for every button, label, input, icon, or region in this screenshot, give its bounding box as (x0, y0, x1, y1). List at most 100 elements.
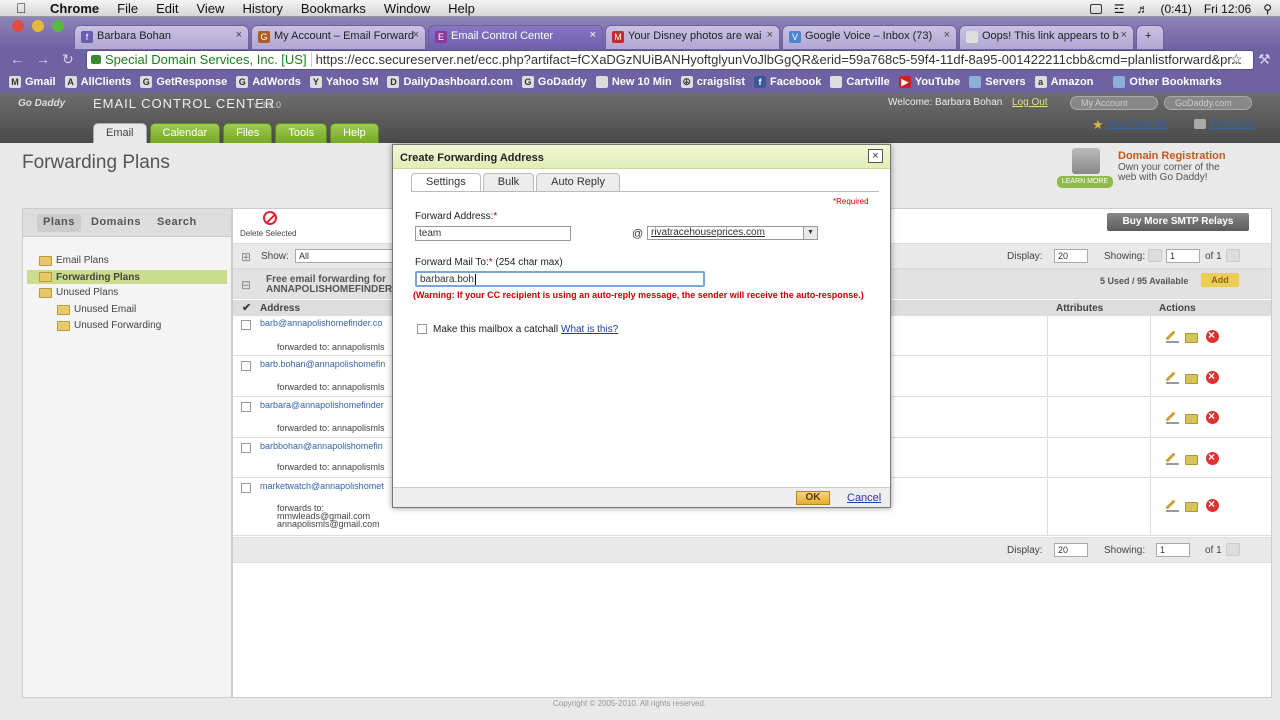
tab-close-icon[interactable]: × (944, 29, 950, 41)
delete-icon[interactable] (1206, 409, 1219, 424)
close-window-icon[interactable] (12, 20, 24, 32)
chevron-down-icon[interactable]: ▼ (803, 227, 817, 239)
move-folder-icon[interactable] (1185, 333, 1198, 343)
browser-tab[interactable]: M Your Disney photos are wai × (605, 25, 780, 49)
promo-title[interactable]: Domain Registration (1118, 150, 1226, 162)
bookmark-youtube[interactable]: ▶ YouTube (898, 76, 960, 88)
edit-icon[interactable] (1166, 499, 1179, 512)
prev-page-icon[interactable] (1148, 249, 1162, 262)
tab-close-icon[interactable]: × (590, 29, 596, 41)
menu-edit[interactable]: Edit (156, 1, 178, 16)
page-select[interactable]: 1 (1156, 543, 1190, 557)
browser-tab[interactable]: Oops! This link appears to b × (959, 25, 1134, 49)
browser-tab[interactable]: G My Account – Email Forward × (251, 25, 426, 49)
minus-icon[interactable]: ⊟ (241, 278, 251, 292)
tree-unused-email[interactable]: Unused Email (57, 304, 136, 315)
tab-close-icon[interactable]: × (767, 29, 773, 41)
bookmark-adwords[interactable]: G AdWords (236, 76, 301, 88)
bookmark-cartville[interactable]: Cartville (830, 76, 890, 88)
buy-smtp-relays-button[interactable]: Buy More SMTP Relays (1107, 213, 1249, 231)
ok-button[interactable]: OK (796, 491, 830, 505)
bookmark-servers[interactable]: Servers (969, 76, 1026, 88)
godaddy-logo[interactable]: Go Daddy (18, 98, 65, 109)
menu-view[interactable]: View (196, 1, 224, 16)
tree-email-plans[interactable]: Email Plans (39, 255, 109, 266)
menu-window[interactable]: Window (384, 1, 430, 16)
move-folder-icon[interactable] (1185, 502, 1198, 512)
delete-icon[interactable] (1206, 328, 1219, 343)
star-bookmark-icon[interactable]: ☆ (1230, 51, 1243, 68)
forward-mail-to-input[interactable]: barbara.boh (415, 271, 705, 287)
back-icon[interactable]: ← (10, 51, 24, 67)
menu-help[interactable]: Help (448, 1, 475, 16)
plus-icon[interactable]: ⊞ (241, 250, 251, 264)
close-icon[interactable]: × (868, 149, 883, 163)
delete-icon[interactable] (263, 211, 277, 225)
bookmark-craigslist[interactable]: ☮ craigslist (680, 76, 745, 88)
delete-icon[interactable] (1206, 369, 1219, 384)
spotlight-icon[interactable]: ⚲ (1263, 2, 1272, 16)
bookmark-dailydashboard[interactable]: D DailyDashboard.com (387, 76, 513, 88)
catchall-checkbox[interactable] (417, 324, 427, 334)
address-bar[interactable]: Special Domain Services, Inc. [US] https:… (86, 50, 1254, 70)
row-address[interactable]: barb@annapolishomefinder.co (260, 318, 382, 328)
edit-icon[interactable] (1166, 411, 1179, 424)
display-select[interactable]: 20 (1054, 249, 1088, 263)
row-checkbox[interactable] (241, 483, 251, 493)
domain-select[interactable]: rivatracehouseprices.com ▼ (647, 226, 818, 240)
forward-address-input[interactable]: team (415, 226, 571, 241)
tab-close-icon[interactable]: × (1121, 29, 1127, 41)
tab-plans[interactable]: Plans (37, 214, 81, 232)
tab-close-icon[interactable]: × (413, 29, 419, 41)
row-address[interactable]: barbara@annapolishomefinder (260, 400, 384, 410)
volume-icon[interactable]: ♬ (1136, 2, 1148, 16)
menu-history[interactable]: History (242, 1, 282, 16)
learn-more-button[interactable]: LEARN MORE (1057, 176, 1113, 188)
edit-icon[interactable] (1166, 330, 1179, 343)
logout-link[interactable]: Log Out (1012, 97, 1048, 108)
bookmark-amazon[interactable]: a Amazon (1034, 76, 1093, 88)
minimize-window-icon[interactable] (32, 20, 44, 32)
tree-unused-forwarding[interactable]: Unused Forwarding (57, 320, 161, 331)
tab-calendar[interactable]: Calendar (149, 123, 221, 143)
tab-search[interactable]: Search (151, 214, 203, 232)
browser-tab[interactable]: f Barbara Bohan × (74, 25, 249, 49)
browser-tab[interactable]: V Google Voice – Inbox (73) × (782, 25, 957, 49)
apple-icon[interactable]:  (16, 0, 36, 16)
show-select[interactable]: All (295, 249, 395, 263)
bookmark-facebook[interactable]: f Facebook (754, 76, 821, 88)
feedback-link[interactable]: Feedback (1210, 119, 1254, 130)
move-folder-icon[interactable] (1185, 414, 1198, 424)
col-address[interactable]: Address (260, 303, 300, 314)
row-address[interactable]: barb.bohan@annapolishomefin (260, 359, 385, 369)
forward-icon[interactable]: → (36, 51, 50, 67)
godaddy-button[interactable]: GoDaddy.com (1164, 96, 1252, 110)
page-select[interactable]: 1 (1166, 249, 1200, 263)
other-bookmarks[interactable]: Other Bookmarks (1113, 76, 1222, 88)
delete-icon[interactable] (1206, 450, 1219, 465)
tab-close-icon[interactable]: × (236, 29, 242, 41)
tab-domains[interactable]: Domains (85, 214, 147, 232)
wifi-icon[interactable]: ☲ (1114, 2, 1125, 16)
edit-icon[interactable] (1166, 452, 1179, 465)
edit-icon[interactable] (1166, 371, 1179, 384)
wrench-icon[interactable]: ⚒ (1258, 51, 1271, 68)
tab-tools[interactable]: Tools (275, 123, 328, 143)
bookmark-gmail[interactable]: M Gmail (9, 76, 56, 88)
move-folder-icon[interactable] (1185, 374, 1198, 384)
screen-icon[interactable] (1089, 3, 1102, 14)
tab-bulk[interactable]: Bulk (482, 173, 535, 192)
my-account-button[interactable]: My Account (1070, 96, 1158, 110)
row-checkbox[interactable] (241, 443, 251, 453)
bookmark-yahoo-sm[interactable]: Y Yahoo SM (309, 76, 378, 88)
row-address[interactable]: barbbohan@annapolishomefin (260, 441, 383, 451)
cancel-button[interactable]: Cancel (847, 492, 881, 504)
tab-files[interactable]: Files (223, 123, 273, 143)
catchall-label[interactable]: Make this mailbox a catchall (433, 324, 558, 335)
row-address[interactable]: marketwatch@annapolishomet (260, 481, 384, 491)
tab-settings[interactable]: Settings (411, 173, 481, 192)
tab-help[interactable]: Help (330, 123, 379, 143)
delete-icon[interactable] (1206, 497, 1219, 512)
reload-icon[interactable]: ↻ (62, 51, 74, 68)
next-page-icon[interactable] (1226, 249, 1240, 262)
